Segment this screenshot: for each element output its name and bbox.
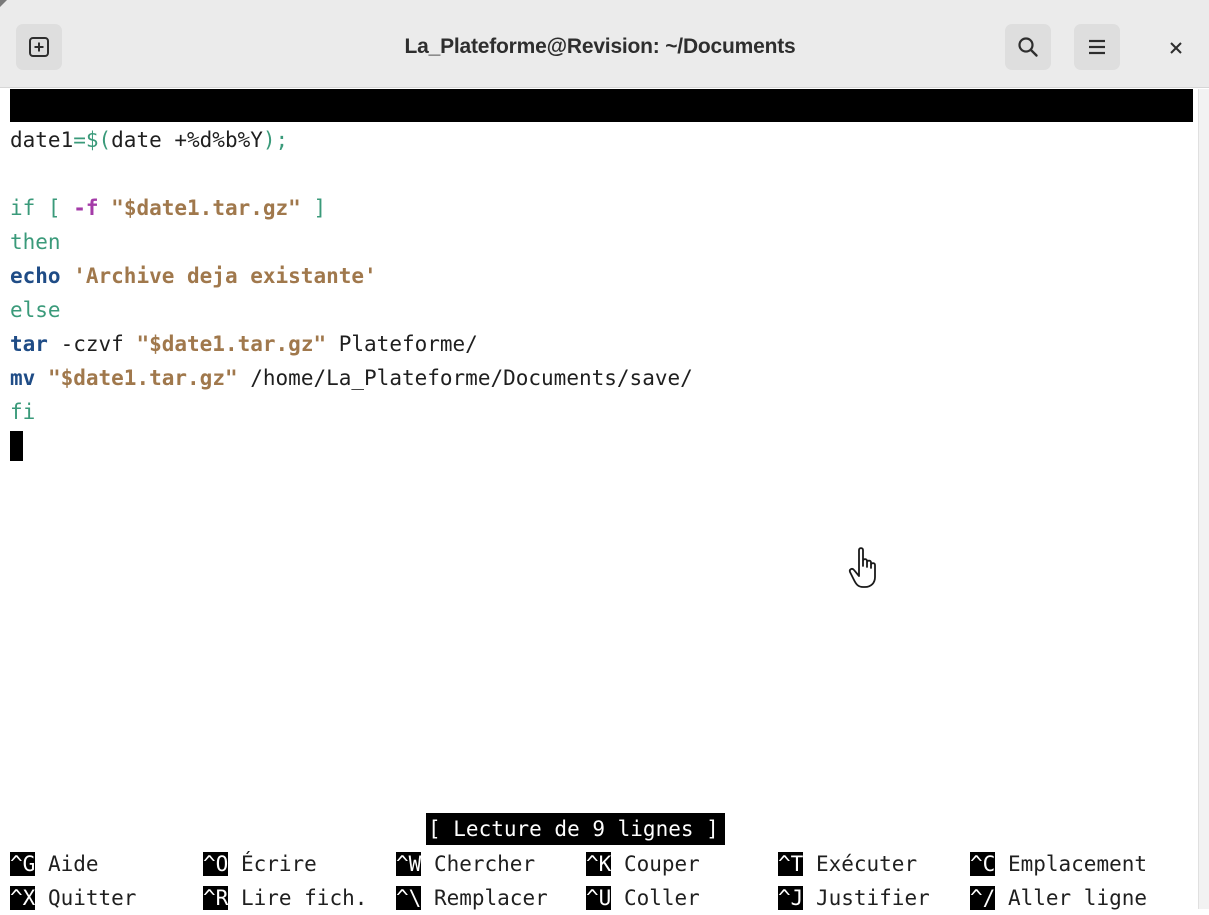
shortcut-label: Chercher: [421, 852, 536, 876]
shortcut-item[interactable]: ^/ Aller ligne: [970, 881, 1147, 915]
code-token: echo: [10, 264, 61, 288]
shortcut-key: ^C: [970, 852, 996, 876]
shortcut-item[interactable]: ^C Emplacement: [970, 847, 1147, 881]
shortcut-label: Remplacer: [421, 886, 548, 910]
shortcut-key: ^G: [10, 852, 36, 876]
nano-status-message: [ Lecture de 9 lignes ]: [426, 813, 725, 845]
shortcut-item[interactable]: ^K Couper: [586, 847, 700, 881]
shortcut-label: Justifier: [803, 886, 930, 910]
code-token: else: [10, 298, 61, 322]
shortcut-row-2: ^X Quitter ^R Lire fich. ^\ Remplacer ^U Co…: [10, 881, 1193, 915]
code-line: if [ -f "$date1.tar.gz" ]: [10, 191, 1193, 225]
code-token: /home/La_Plateforme/Documents/save/: [237, 366, 693, 390]
code-token: 'Archive deja existante': [73, 264, 377, 288]
window-corner: [0, 0, 7, 7]
search-button[interactable]: [1005, 24, 1051, 70]
code-line: then: [10, 225, 1193, 259]
shortcut-key: ^O: [203, 852, 229, 876]
terminal-area[interactable]: GNU nano 7.2 scriptshell.sh * date1=$(da…: [0, 89, 1198, 910]
window-title: La_Plateforme@Revision: ~/Documents: [404, 35, 796, 58]
code-line: echo 'Archive deja existante': [10, 259, 1193, 293]
close-icon: [1170, 42, 1182, 54]
code-line: mv "$date1.tar.gz" /home/La_Plateforme/D…: [10, 361, 1193, 395]
search-icon: [1018, 37, 1038, 57]
shortcut-row-1: ^G Aide ^O Écrire ^W Chercher ^K Couper ^T E…: [10, 847, 1193, 881]
code-token: fi: [10, 400, 36, 424]
shortcut-key: ^R: [203, 886, 229, 910]
shortcut-item[interactable]: ^\ Remplacer: [396, 881, 548, 915]
shortcut-item[interactable]: ^J Justifier: [778, 881, 930, 915]
shortcut-key: ^J: [778, 886, 804, 910]
code-token: date +%d%b%Y: [111, 128, 263, 152]
code-token: Plateforme/: [326, 332, 478, 356]
shortcut-item[interactable]: ^W Chercher: [396, 847, 535, 881]
shortcut-key: ^/: [970, 886, 996, 910]
code-line: fi: [10, 395, 1193, 429]
code-token: =$(: [73, 128, 112, 152]
code-token: -czvf: [47, 332, 137, 356]
title-bar: La_Plateforme@Revision: ~/Documents: [0, 0, 1209, 88]
code-token: "$date1.tar.gz": [111, 196, 301, 220]
code-line: else: [10, 293, 1193, 327]
close-button[interactable]: [1160, 32, 1192, 64]
shortcut-key: ^X: [10, 886, 36, 910]
code-token: ]: [300, 196, 327, 220]
shortcut-label: Quitter: [35, 886, 137, 910]
hand-pointer-icon: [848, 547, 876, 588]
nano-shortcut-bar: ^G Aide ^O Écrire ^W Chercher ^K Couper ^T E…: [10, 847, 1193, 915]
shortcut-label: Aide: [35, 852, 99, 876]
shortcut-item[interactable]: ^U Coller: [586, 881, 700, 915]
shortcut-label: Coller: [611, 886, 700, 910]
shortcut-label: Couper: [611, 852, 700, 876]
code-token: );: [262, 128, 289, 152]
shortcut-key: ^T: [778, 852, 804, 876]
shortcut-label: Emplacement: [995, 852, 1148, 876]
shortcut-key: ^\: [396, 886, 422, 910]
code-token: if [: [10, 196, 74, 220]
shortcut-item[interactable]: ^X Quitter: [10, 881, 136, 915]
shortcut-label: Aller ligne: [995, 886, 1148, 910]
code-editor[interactable]: date1=$(date +%d%b%Y); if [ -f "$date1.ta…: [10, 123, 1193, 463]
shortcut-label: Exécuter: [803, 852, 918, 876]
shortcut-key: ^W: [396, 852, 422, 876]
shortcut-item[interactable]: ^T Exécuter: [778, 847, 917, 881]
code-token: "$date1.tar.gz": [47, 366, 238, 390]
code-token: then: [10, 230, 61, 254]
menu-button[interactable]: [1074, 24, 1120, 70]
code-line: tar -czvf "$date1.tar.gz" Plateforme/: [10, 327, 1193, 361]
shortcut-item[interactable]: ^O Écrire: [203, 847, 317, 881]
shortcut-label: Écrire: [228, 852, 317, 876]
code-token: tar: [10, 332, 48, 356]
text-cursor: [10, 431, 23, 461]
shortcut-key: ^U: [586, 886, 612, 910]
shortcut-label: Lire fich.: [228, 886, 368, 910]
code-token: -f: [73, 196, 99, 220]
nano-header-bar: GNU nano 7.2 scriptshell.sh *: [10, 89, 1193, 183]
new-tab-button[interactable]: [16, 24, 62, 70]
cursor-line: [10, 429, 1193, 463]
code-token: "$date1.tar.gz": [136, 332, 327, 356]
code-token: mv: [10, 366, 36, 390]
shortcut-key: ^K: [586, 852, 612, 876]
hamburger-menu-icon: [1089, 39, 1105, 55]
code-line: date1=$(date +%d%b%Y);: [10, 123, 1193, 157]
terminal-window: La_Plateforme@Revision: ~/Documents GNU …: [0, 0, 1209, 910]
shortcut-item[interactable]: ^R Lire fich.: [203, 881, 367, 915]
scrollbar[interactable]: [1198, 89, 1209, 909]
new-tab-icon: [29, 37, 49, 57]
code-token: date1: [10, 128, 74, 152]
shortcut-item[interactable]: ^G Aide: [10, 847, 99, 881]
